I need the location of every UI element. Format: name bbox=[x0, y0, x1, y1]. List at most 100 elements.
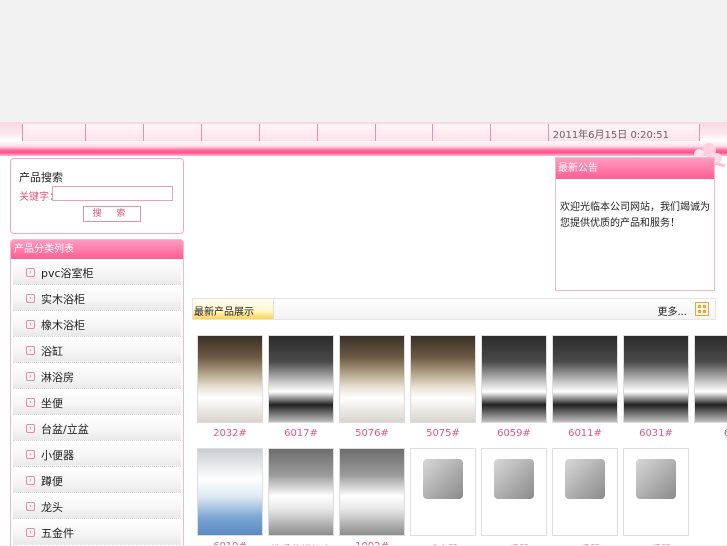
nav-item-9[interactable] bbox=[490, 124, 549, 141]
product-card[interactable]: 感应器 bbox=[410, 448, 476, 545]
category-item-label: 橡木浴柜 bbox=[41, 319, 85, 332]
product-card[interactable]: 5076# bbox=[339, 335, 405, 439]
category-item-label: 实木浴柜 bbox=[41, 293, 85, 306]
bullet-arrow-icon: › bbox=[26, 346, 35, 355]
bullet-arrow-icon: › bbox=[26, 476, 35, 485]
product-image[interactable] bbox=[623, 335, 689, 423]
product-name-link[interactable]: 6019# bbox=[197, 541, 263, 545]
product-card[interactable]: 6031# bbox=[623, 335, 689, 439]
category-list: › pvc浴室柜 › 实木浴柜 › 橡木浴柜 › 浴缸 › 淋浴房 › 坐便 › 台盆/立盆 › 小便器 › 蹲便… bbox=[11, 260, 183, 545]
category-item-label: 龙头 bbox=[41, 501, 63, 514]
category-item[interactable]: › 浴缸 bbox=[13, 338, 181, 363]
products-section-bar: 最新产品展示 更多... bbox=[192, 298, 716, 320]
nav-item-8[interactable] bbox=[432, 124, 491, 141]
nav-item-2[interactable] bbox=[84, 124, 143, 141]
product-card[interactable]: 干手器 bbox=[623, 448, 689, 545]
bullet-arrow-icon: › bbox=[26, 268, 35, 277]
product-card[interactable]: 5075# bbox=[410, 335, 476, 439]
product-name-link[interactable]: 5076# bbox=[339, 428, 405, 439]
bullet-arrow-icon: › bbox=[26, 372, 35, 381]
more-grid-icon[interactable] bbox=[695, 302, 709, 316]
category-panel: 产品分类列表 › pvc浴室柜 › 实木浴柜 › 橡木浴柜 › 浴缸 › 淋浴房 › 坐便 › 台盆/立盆… bbox=[10, 239, 184, 546]
product-card[interactable]: 2032# bbox=[197, 335, 263, 439]
bullet-arrow-icon: › bbox=[26, 424, 35, 433]
product-image[interactable] bbox=[694, 335, 727, 423]
header-banner bbox=[0, 0, 727, 122]
current-datetime: 2011年6月15日 0:20:51 bbox=[552, 130, 669, 141]
category-item-label: 淋浴房 bbox=[41, 371, 74, 384]
nav-item-1[interactable] bbox=[22, 124, 85, 141]
category-panel-title: 产品分类列表 bbox=[11, 240, 183, 259]
product-image[interactable] bbox=[410, 448, 476, 536]
product-name-link[interactable]: 6 bbox=[694, 428, 727, 439]
category-item-label: 蹲便 bbox=[41, 475, 63, 488]
product-card[interactable]: 干手器 bbox=[552, 448, 618, 545]
product-image[interactable] bbox=[268, 335, 334, 423]
category-item-label: pvc浴室柜 bbox=[41, 267, 94, 280]
product-image[interactable] bbox=[197, 448, 263, 536]
product-card[interactable]: 6059# bbox=[481, 335, 547, 439]
product-name-link[interactable]: 感应器 bbox=[410, 541, 476, 545]
product-name-link[interactable]: 6059# bbox=[481, 428, 547, 439]
category-item[interactable]: › 橡木浴柜 bbox=[13, 312, 181, 337]
nav-item-6[interactable] bbox=[316, 124, 375, 141]
product-image[interactable] bbox=[481, 448, 547, 536]
bullet-arrow-icon: › bbox=[26, 320, 35, 329]
product-image[interactable] bbox=[197, 335, 263, 423]
more-link[interactable]: 更多... bbox=[657, 303, 687, 318]
nav-item-4[interactable] bbox=[200, 124, 259, 141]
product-card[interactable]: 6011# bbox=[552, 335, 618, 439]
product-name-link[interactable]: 6011# bbox=[552, 428, 618, 439]
product-name-link[interactable]: 洗手盆柜组合 bbox=[268, 541, 334, 545]
product-name-link[interactable]: 干手器 bbox=[552, 541, 618, 545]
product-grid: 2032# 6017# 5076# 5075# 6059# 6011# 6031# 6 6019… bbox=[197, 335, 727, 545]
product-name-link[interactable]: 干手器 bbox=[481, 541, 547, 545]
product-image[interactable] bbox=[481, 335, 547, 423]
notice-text: 欢迎光临本公司网站，我们竭诚为您提供优质的产品和服务！ bbox=[560, 202, 710, 229]
category-item[interactable]: › 坐便 bbox=[13, 390, 181, 415]
product-image[interactable] bbox=[623, 448, 689, 536]
category-item[interactable]: › 龙头 bbox=[13, 494, 181, 519]
product-card[interactable]: 6 bbox=[694, 335, 727, 439]
search-title: 产品搜索 bbox=[19, 171, 63, 184]
product-name-link[interactable]: 1002# bbox=[339, 541, 405, 545]
product-image[interactable] bbox=[552, 448, 618, 536]
product-name-link[interactable]: 2032# bbox=[197, 428, 263, 439]
product-image[interactable] bbox=[268, 448, 334, 536]
product-name-link[interactable]: 6017# bbox=[268, 428, 334, 439]
product-image[interactable] bbox=[339, 335, 405, 423]
product-image[interactable] bbox=[339, 448, 405, 536]
bullet-arrow-icon: › bbox=[26, 528, 35, 537]
nav-item-3[interactable] bbox=[142, 124, 201, 141]
category-item-label: 小便器 bbox=[41, 449, 74, 462]
product-image[interactable] bbox=[410, 335, 476, 423]
product-name-link[interactable]: 干手器 bbox=[623, 541, 689, 545]
products-section-title: 最新产品展示 bbox=[194, 307, 254, 318]
category-item-label: 浴缸 bbox=[41, 345, 63, 358]
product-card[interactable]: 6017# bbox=[268, 335, 334, 439]
category-item[interactable]: › 淋浴房 bbox=[13, 364, 181, 389]
category-item[interactable]: › pvc浴室柜 bbox=[13, 260, 181, 285]
product-name-link[interactable]: 6031# bbox=[623, 428, 689, 439]
product-card[interactable]: 洗手盆柜组合 bbox=[268, 448, 334, 545]
nav-item-5[interactable] bbox=[258, 124, 317, 141]
product-image[interactable] bbox=[552, 335, 618, 423]
category-item[interactable]: › 五金件 bbox=[13, 520, 181, 545]
category-item-label: 坐便 bbox=[41, 397, 63, 410]
search-input[interactable] bbox=[52, 186, 173, 201]
product-card[interactable]: 1002# bbox=[339, 448, 405, 545]
bullet-arrow-icon: › bbox=[26, 398, 35, 407]
category-item[interactable]: › 实木浴柜 bbox=[13, 286, 181, 311]
category-item-label: 台盆/立盆 bbox=[41, 423, 89, 436]
category-item[interactable]: › 小便器 bbox=[13, 442, 181, 467]
product-name-link[interactable]: 5075# bbox=[410, 428, 476, 439]
category-item[interactable]: › 台盆/立盆 bbox=[13, 416, 181, 441]
search-button[interactable]: 搜 索 bbox=[83, 206, 141, 222]
nav-item-7[interactable] bbox=[374, 124, 433, 141]
category-item[interactable]: › 蹲便 bbox=[13, 468, 181, 493]
notice-panel: 最新公告 欢迎光临本公司网站，我们竭诚为您提供优质的产品和服务！ bbox=[555, 157, 715, 291]
notice-title: 最新公告 bbox=[556, 158, 714, 179]
product-card[interactable]: 干手器 bbox=[481, 448, 547, 545]
bullet-arrow-icon: › bbox=[26, 294, 35, 303]
product-card[interactable]: 6019# bbox=[197, 448, 263, 545]
